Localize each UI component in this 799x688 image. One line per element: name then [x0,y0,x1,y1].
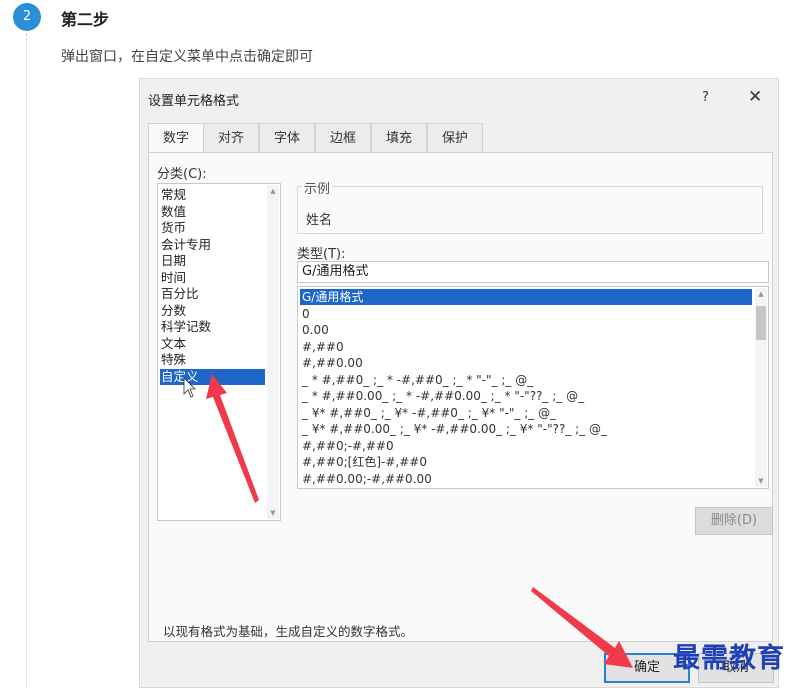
watermark-logo: 最需教育 [673,643,785,674]
cursor-icon [183,377,196,398]
arrow-to-ok-icon [531,587,633,668]
annotation-arrows [183,374,633,668]
arrow-to-custom-icon [206,374,259,503]
